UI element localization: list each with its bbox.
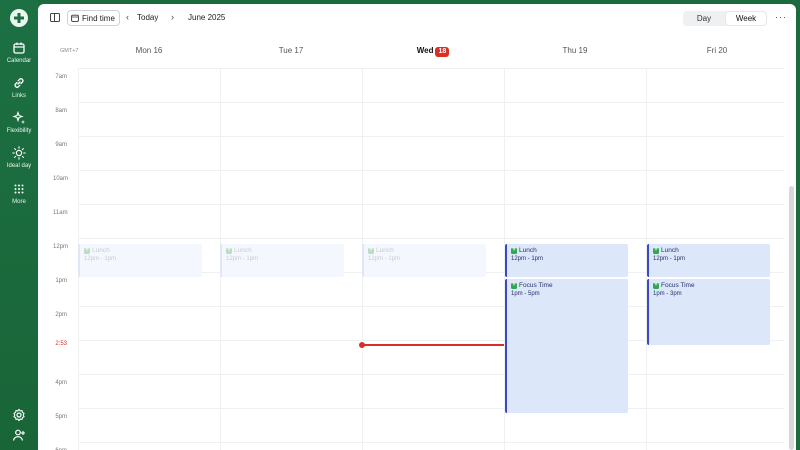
event-lunch-thu[interactable]: Lunch 12pm - 1pm <box>505 244 628 277</box>
grid-dots-icon <box>14 184 24 194</box>
sidebar-item-label: Ideal day <box>6 163 32 169</box>
grid-line <box>78 408 784 409</box>
event-title: Lunch <box>376 247 394 254</box>
day-header-fri[interactable]: Fri 20 <box>646 46 788 55</box>
event-focus-time-fri[interactable]: Focus Time 1pm - 3pm <box>647 279 770 345</box>
event-lunch-mon[interactable]: Lunch 12pm - 1pm <box>78 244 202 277</box>
current-month-label: June 2025 <box>188 13 226 22</box>
current-time-line <box>362 344 504 346</box>
sidebar-item-label: Calendar <box>6 58 32 64</box>
grid-line <box>78 102 784 103</box>
today-button[interactable]: Today <box>137 13 158 22</box>
event-time: 1pm - 3pm <box>653 291 682 297</box>
day-header-mon[interactable]: Mon 16 <box>78 46 220 55</box>
grid-line <box>78 238 784 239</box>
event-title: Lunch <box>519 247 537 254</box>
hour-label: 9am <box>55 142 67 148</box>
hour-label: 10am <box>53 176 69 182</box>
sparkle-icon <box>12 111 25 124</box>
grid-line <box>78 170 784 171</box>
event-focus-time-thu[interactable]: Focus Time 1pm - 5pm <box>505 279 628 413</box>
event-time: 12pm - 1pm <box>653 256 686 262</box>
vertical-scrollbar[interactable] <box>789 186 794 450</box>
find-time-label: Find time <box>82 13 115 23</box>
hour-label: 8am <box>55 108 67 114</box>
event-time: 12pm - 1pm <box>84 256 117 262</box>
event-app-icon <box>226 246 232 254</box>
grid-line <box>78 204 784 205</box>
day-header-label: Tue 17 <box>278 46 304 55</box>
app-logo[interactable] <box>10 9 28 27</box>
sidebar-item-label: Flexibility <box>6 128 32 134</box>
event-lunch-wed[interactable]: Lunch 12pm - 1pm <box>362 244 486 277</box>
calendar-panel: Find time ‹ Today › June 2025 Day Week ·… <box>38 4 796 450</box>
sidebar-item-calendar[interactable]: Calendar <box>0 41 38 64</box>
timezone-label: GMT+7 <box>60 48 79 54</box>
sidebar-item-label: Links <box>11 93 26 99</box>
sidebar-item-label: More <box>12 199 26 205</box>
day-header-label: Thu 19 <box>562 46 588 55</box>
sun-icon <box>12 146 26 160</box>
hour-label: 5pm <box>55 414 67 420</box>
event-time: 12pm - 1pm <box>226 256 259 262</box>
event-time: 1pm - 5pm <box>511 291 540 297</box>
gear-icon[interactable] <box>12 408 26 422</box>
current-time-label: 2:53 <box>55 341 67 347</box>
event-title: Focus Time <box>661 282 695 289</box>
logo-plus-icon <box>14 13 24 23</box>
grid-line <box>78 374 784 375</box>
event-app-icon <box>511 281 517 289</box>
event-app-icon <box>368 246 374 254</box>
hour-label: 7am <box>55 74 67 80</box>
grid-line <box>78 68 784 69</box>
hour-label: 11am <box>53 210 68 216</box>
grid-line <box>78 442 784 443</box>
view-week-button[interactable]: Week <box>726 12 766 25</box>
calendar-icon <box>13 42 25 54</box>
event-title: Lunch <box>92 247 110 254</box>
view-toggle: Day Week <box>683 11 767 26</box>
grid-line <box>78 136 784 137</box>
sidebar-item-flexibility[interactable]: Flexibility <box>0 111 38 134</box>
toolbar: Find time ‹ Today › June 2025 Day Week ·… <box>38 4 796 32</box>
day-header-wed[interactable]: Wed 18 <box>362 46 504 57</box>
event-app-icon <box>653 246 659 254</box>
hour-label: 2pm <box>55 312 67 318</box>
user-plus-icon[interactable] <box>12 428 26 442</box>
event-title: Focus Time <box>519 282 553 289</box>
more-options-icon[interactable]: ··· <box>775 13 787 22</box>
calendar-clock-icon <box>71 14 79 22</box>
chevron-right-icon[interactable]: › <box>171 12 174 22</box>
event-time: 12pm - 1pm <box>368 256 401 262</box>
event-time: 12pm - 1pm <box>511 256 544 262</box>
event-app-icon <box>653 281 659 289</box>
day-header-tue[interactable]: Tue 17 <box>220 46 362 55</box>
sidebar-item-links[interactable]: Links <box>0 76 38 99</box>
hour-label: 4pm <box>55 380 67 386</box>
find-time-button[interactable]: Find time <box>67 10 120 26</box>
sidebar-toggle-icon[interactable] <box>50 13 60 22</box>
week-grid[interactable]: 7am 8am 9am 10am 11am 12pm 1pm 2pm 4pm 5… <box>38 68 784 450</box>
chevron-left-icon[interactable]: ‹ <box>126 12 129 22</box>
link-icon <box>14 78 24 88</box>
day-header-thu[interactable]: Thu 19 <box>504 46 646 55</box>
event-title: Lunch <box>661 247 679 254</box>
sidebar-item-ideal-day[interactable]: Ideal day <box>0 146 38 169</box>
event-title: Lunch <box>234 247 252 254</box>
day-header-label: Wed <box>416 46 434 55</box>
day-header-label: Mon 16 <box>135 46 163 55</box>
hour-label: 12pm <box>53 244 69 250</box>
event-app-icon <box>84 246 90 254</box>
app-sidebar: Calendar Links Flexibility Ideal day Mor… <box>0 0 38 450</box>
sidebar-item-more[interactable]: More <box>0 182 38 205</box>
hour-label: 1pm <box>55 278 67 284</box>
event-lunch-fri[interactable]: Lunch 12pm - 1pm <box>647 244 770 277</box>
event-lunch-tue[interactable]: Lunch 12pm - 1pm <box>220 244 344 277</box>
view-day-button[interactable]: Day <box>683 11 725 26</box>
day-header-label: Fri 20 <box>706 46 728 55</box>
event-app-icon <box>511 246 517 254</box>
today-date-badge: 18 <box>435 47 450 57</box>
